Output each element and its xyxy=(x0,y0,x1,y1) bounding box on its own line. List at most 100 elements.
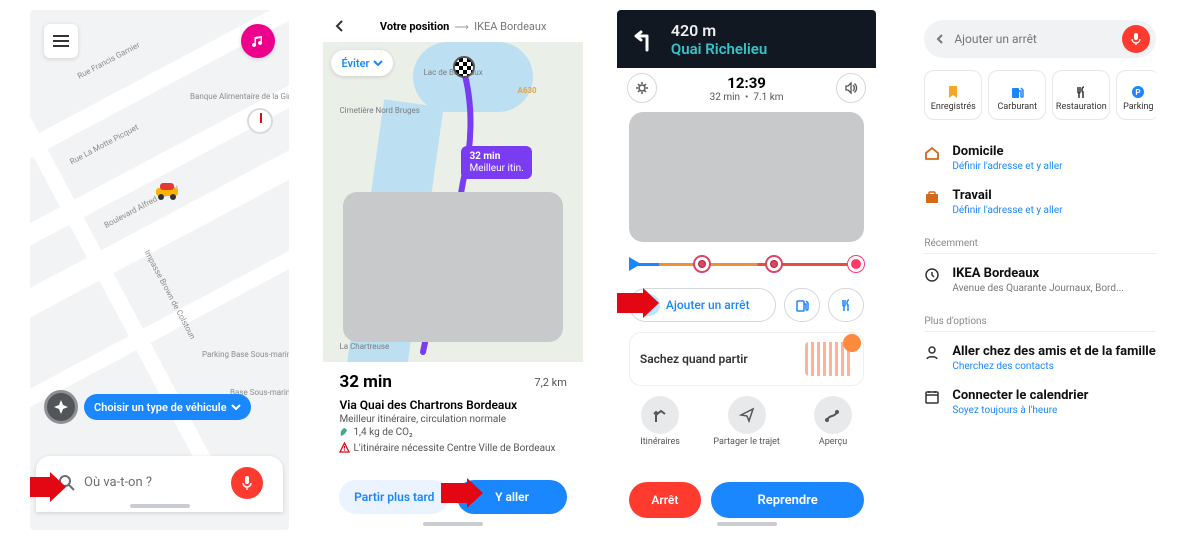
category-parking[interactable]: P Parking xyxy=(1116,70,1156,120)
mic-icon xyxy=(241,475,253,491)
category-saved[interactable]: Enregistrés xyxy=(924,70,982,120)
routes-button[interactable]: Itinéraires xyxy=(625,396,695,447)
recent-heading: Récemment xyxy=(924,238,1156,249)
vehicle-type-pill[interactable]: Choisir un type de véhicule xyxy=(84,394,251,420)
fuel-icon xyxy=(1010,85,1024,99)
timeline-hazard-icon xyxy=(693,255,711,273)
trip-stats: 32 min • 7.1 km xyxy=(710,92,784,103)
chevron-down-icon xyxy=(373,60,383,66)
add-stop-input[interactable] xyxy=(954,32,1114,46)
back-icon[interactable] xyxy=(333,19,347,33)
food-stop-button[interactable] xyxy=(828,288,864,322)
mic-icon xyxy=(1131,32,1141,46)
sound-button[interactable] xyxy=(836,73,866,103)
divider xyxy=(924,331,1156,332)
friends-item[interactable]: Aller chez des amis et de la famille Che… xyxy=(924,336,1156,380)
fuel-stop-button[interactable] xyxy=(784,288,820,322)
route-header: Votre position ⟶ IKEA Bordeaux xyxy=(323,10,582,42)
routes-icon xyxy=(651,406,669,424)
more-heading: Plus d'options xyxy=(924,316,1156,327)
origin-label: Votre position xyxy=(380,20,449,33)
send-icon xyxy=(739,407,755,423)
map-background[interactable]: Rue Francis Garnier Banque Alimentaire d… xyxy=(30,10,289,530)
know-when-card[interactable]: Sachez quand partir xyxy=(629,332,864,386)
screen-add-stop: Enregistrés Carburant Restauration P Par… xyxy=(910,10,1170,530)
menu-button[interactable] xyxy=(44,24,78,58)
leaf-icon xyxy=(339,428,349,438)
recent-item[interactable]: IKEA Bordeaux Avenue des Quarante Journa… xyxy=(924,258,1156,302)
callout-arrow xyxy=(30,474,66,500)
avoid-button[interactable]: Éviter xyxy=(331,50,393,76)
category-fuel[interactable]: Carburant xyxy=(988,70,1046,120)
history-icon xyxy=(924,267,940,283)
recent-title: IKEA Bordeaux xyxy=(952,266,1124,281)
callout-arrow xyxy=(441,480,483,506)
category-food[interactable]: Restauration xyxy=(1052,70,1110,120)
food-icon xyxy=(1074,85,1088,99)
divider xyxy=(924,253,1156,254)
trip-timeline[interactable] xyxy=(631,250,862,278)
category-row: Enregistrés Carburant Restauration P Par… xyxy=(924,70,1156,120)
calendar-title: Connecter le calendrier xyxy=(952,388,1088,403)
home-sub: Définir l'adresse et y aller xyxy=(952,161,1062,172)
summary-co2: 1,4 kg de CO₂ xyxy=(339,427,566,438)
gear-icon xyxy=(635,81,649,95)
hamburger-icon xyxy=(53,35,69,47)
settings-button[interactable] xyxy=(627,73,657,103)
nav-bottom-buttons: Arrêt Reprendre xyxy=(629,482,864,518)
friends-title: Aller chez des amis et de la famille xyxy=(952,344,1155,359)
voice-button[interactable] xyxy=(1122,25,1150,53)
add-stop-search[interactable] xyxy=(924,20,1156,58)
drag-handle[interactable] xyxy=(717,522,777,526)
add-stop-label: Ajouter un arrêt xyxy=(666,298,750,312)
vehicle-type-label: Choisir un type de véhicule xyxy=(94,401,227,414)
clock-badge-icon xyxy=(843,334,861,352)
parking-icon: P xyxy=(1131,85,1145,99)
screen-route-preview: Votre position ⟶ IKEA Bordeaux Lac de Bo… xyxy=(323,10,582,530)
voice-search-button[interactable] xyxy=(231,467,263,499)
home-item[interactable]: Domicile Définir l'adresse et y aller xyxy=(924,136,1156,180)
route-badge-time: 32 min xyxy=(469,151,523,163)
screen-home: Rue Francis Garnier Banque Alimentaire d… xyxy=(30,10,289,530)
overview-icon xyxy=(824,406,842,424)
ad-placeholder xyxy=(343,192,562,342)
summary-warning: L'itinéraire nécessite Centre Ville de B… xyxy=(339,442,566,454)
vehicle-marker xyxy=(154,180,180,200)
destination-label: IKEA Bordeaux xyxy=(474,20,546,33)
work-item[interactable]: Travail Définir l'adresse et y aller xyxy=(924,180,1156,224)
share-button[interactable]: Partager le trajet xyxy=(712,396,782,447)
route-badge-sub: Meilleur itin. xyxy=(469,163,523,175)
summary-via: Via Quai des Chartrons Bordeaux xyxy=(339,398,566,412)
resume-button[interactable]: Reprendre xyxy=(711,482,864,518)
bookmark-icon xyxy=(946,85,960,99)
nav-street: Quai Richelieu xyxy=(671,40,767,58)
eta: 12:39 xyxy=(727,74,766,92)
work-title: Travail xyxy=(952,188,1062,203)
drag-handle[interactable] xyxy=(423,522,483,526)
home-title: Domicile xyxy=(952,144,1062,159)
recenter-button[interactable] xyxy=(44,390,78,424)
callout-arrow xyxy=(617,290,659,316)
svg-text:P: P xyxy=(1136,88,1141,97)
poi-label: Parking Base Sous-marine xyxy=(202,350,289,359)
car-icon xyxy=(154,180,180,200)
stop-button[interactable]: Arrêt xyxy=(629,482,701,518)
route-map[interactable]: Lac de Bordeaux A630 Cimetière Nord Brug… xyxy=(323,42,582,362)
music-icon xyxy=(251,34,265,48)
poi-label: Banque Alimentaire de la Gironde xyxy=(190,92,289,101)
search-bar[interactable]: Où va-t-on ? xyxy=(36,456,283,512)
chevron-left-icon[interactable] xyxy=(934,33,946,45)
search-placeholder: Où va-t-on ? xyxy=(84,475,152,490)
nav-banner: 420 m Quai Richelieu xyxy=(617,10,876,68)
overview-button[interactable]: Aperçu xyxy=(798,396,868,447)
calendar-item[interactable]: Connecter le calendrier Soyez toujours à… xyxy=(924,380,1156,424)
trip-actions: Itinéraires Partager le trajet Aperçu xyxy=(617,396,876,447)
trip-info-bar: 12:39 32 min • 7.1 km xyxy=(617,68,876,108)
drag-handle[interactable] xyxy=(130,504,190,508)
leave-later-button[interactable]: Partir plus tard xyxy=(339,480,449,514)
timeline-hazard-icon xyxy=(765,255,783,273)
calendar-sub: Soyez toujours à l'heure xyxy=(952,405,1088,416)
add-stop-row: Ajouter un arrêt xyxy=(629,288,864,322)
map-card[interactable] xyxy=(629,112,864,242)
summary-duration: 32 min xyxy=(339,372,392,392)
